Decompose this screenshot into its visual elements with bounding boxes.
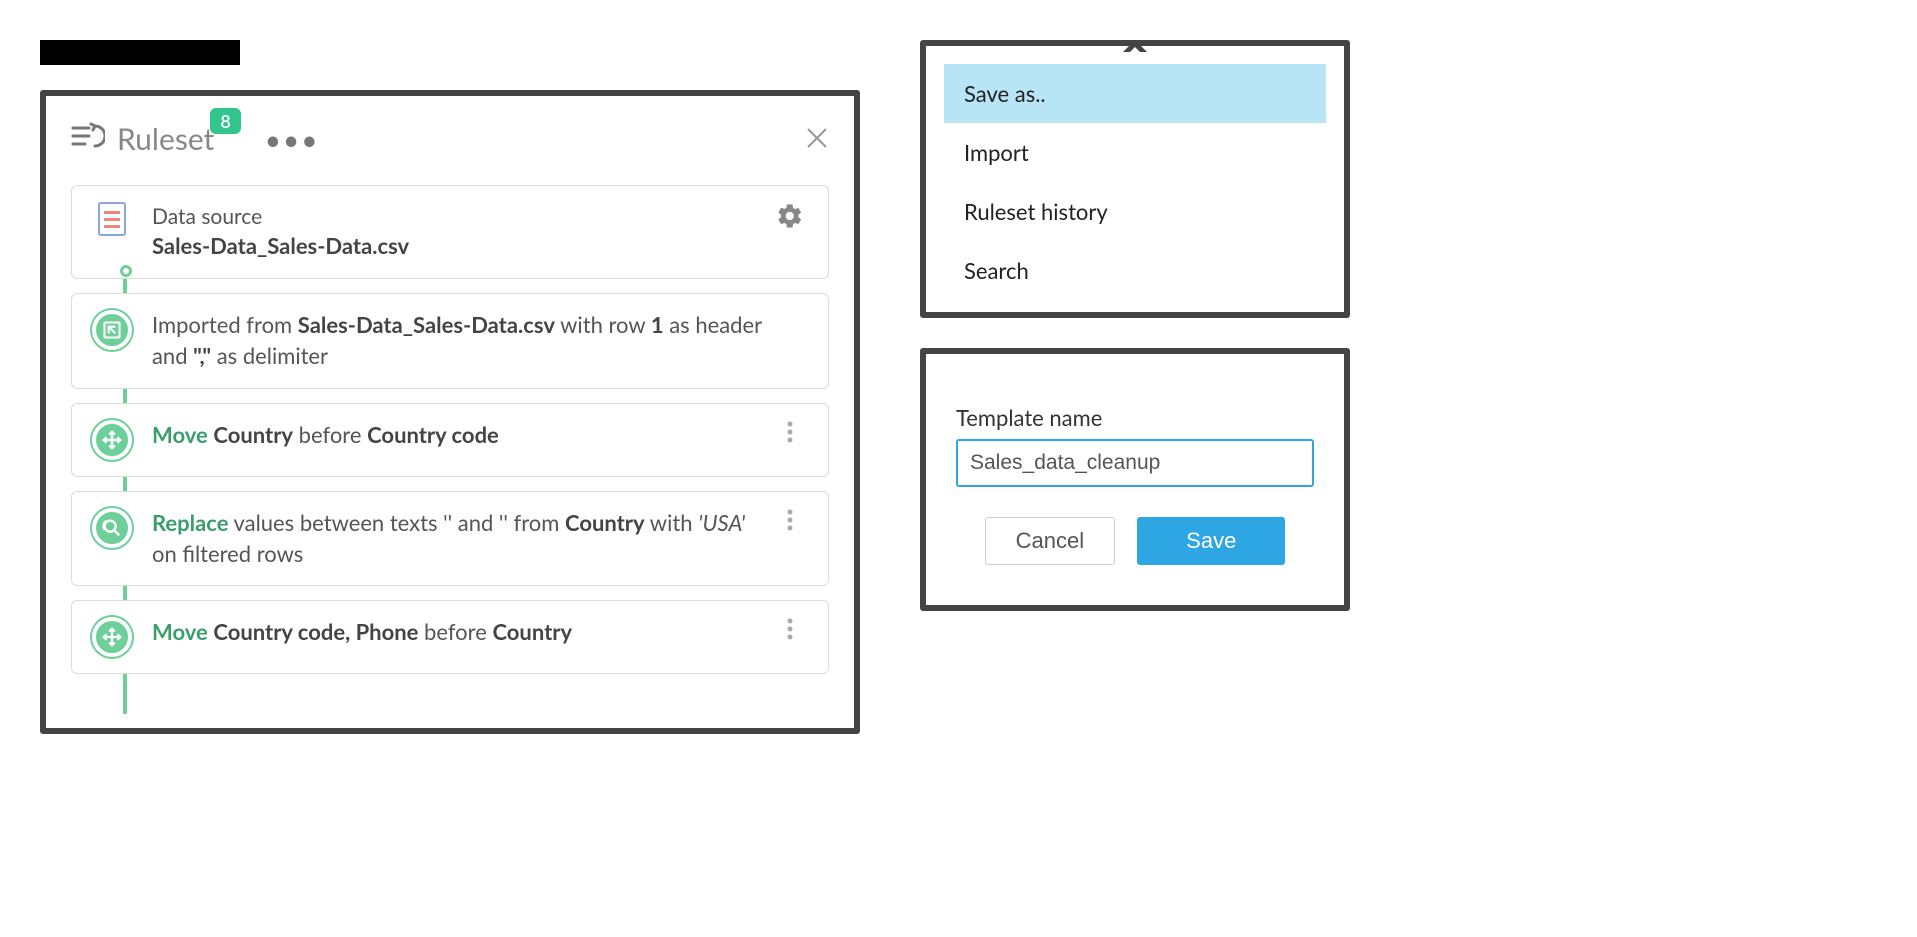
rule-step-move[interactable]: Move Country code, Phone before Country	[71, 600, 829, 674]
timeline-dot	[120, 265, 132, 277]
save-button[interactable]: Save	[1137, 517, 1285, 565]
rule-step-text: Move Country before Country code	[152, 420, 770, 451]
rule-actions-button[interactable]	[787, 420, 793, 449]
redaction-bar	[40, 40, 240, 65]
rule-step-move[interactable]: Move Country before Country code	[71, 403, 829, 477]
ruleset-header: Ruleset 8 •••	[71, 121, 829, 157]
import-icon	[92, 310, 132, 350]
rule-actions-button[interactable]	[787, 508, 793, 537]
save-template-dialog: Template name Cancel Save	[920, 348, 1350, 611]
menu-item-import[interactable]: Import	[944, 123, 1326, 182]
menu-item-search[interactable]: Search	[944, 241, 1326, 300]
cancel-button[interactable]: Cancel	[985, 517, 1115, 565]
move-icon	[92, 617, 132, 657]
template-name-label: Template name	[956, 404, 1314, 431]
datasource-name: Sales-Data_Sales-Data.csv	[152, 231, 770, 262]
menu-item-save-as[interactable]: Save as..	[944, 64, 1326, 123]
ruleset-title: Ruleset	[117, 121, 214, 157]
rule-list: Data source Sales-Data_Sales-Data.csv	[71, 185, 829, 674]
menu-item-ruleset-history[interactable]: Ruleset history	[944, 182, 1326, 241]
ruleset-panel: Ruleset 8 ••• Data source Sales-D	[40, 90, 860, 734]
context-menu: Save as.. Import Ruleset history Search	[920, 40, 1350, 318]
close-button[interactable]	[805, 122, 829, 156]
rule-step-import[interactable]: Imported from Sales-Data_Sales-Data.csv …	[71, 293, 829, 389]
datasource-label: Data source	[152, 202, 770, 231]
rule-step-text: Move Country code, Phone before Country	[152, 617, 770, 648]
replace-icon	[92, 508, 132, 548]
rule-step-text: Imported from Sales-Data_Sales-Data.csv …	[152, 310, 770, 372]
popover-arrow-icon	[1123, 40, 1147, 52]
gear-icon[interactable]	[776, 202, 804, 235]
rule-step-replace[interactable]: Replace values between texts '' and '' f…	[71, 491, 829, 587]
move-icon	[92, 420, 132, 460]
ruleset-icon	[71, 122, 105, 157]
more-menu-button[interactable]: •••	[265, 122, 320, 156]
rule-actions-button[interactable]	[787, 617, 793, 646]
rule-step-text: Replace values between texts '' and '' f…	[152, 508, 770, 570]
ruleset-count-badge: 8	[210, 108, 240, 134]
datasource-icon	[98, 202, 126, 236]
template-name-input[interactable]	[956, 439, 1314, 487]
datasource-row[interactable]: Data source Sales-Data_Sales-Data.csv	[71, 185, 829, 279]
